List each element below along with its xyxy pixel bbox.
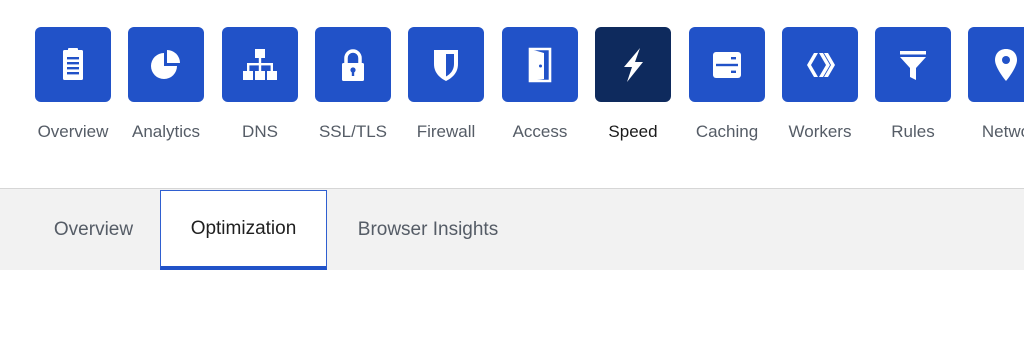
content-area [0, 270, 1024, 346]
nav-tile [875, 27, 951, 102]
location-pin-icon [995, 48, 1017, 81]
tab-browser-insights[interactable]: Browser Insights [336, 189, 520, 271]
nav-label: Caching [695, 122, 759, 141]
filter-icon [900, 50, 926, 80]
nav-label: Analytics [131, 122, 201, 141]
door-icon [528, 47, 552, 82]
nav-tile [315, 27, 391, 102]
nav-label: Speed [608, 122, 658, 141]
nav-item-workers[interactable]: Workers [782, 27, 876, 157]
clipboard-icon [63, 47, 83, 80]
lightning-icon [624, 47, 643, 82]
nav-item-dns[interactable]: DNS [222, 27, 316, 157]
nav-tile [502, 27, 578, 102]
tab-label: Overview [53, 219, 134, 240]
nav-label: Access [512, 122, 568, 141]
tab-label: Browser Insights [357, 219, 499, 240]
nav-tile [35, 27, 111, 102]
nav-item-access[interactable]: Access [502, 27, 596, 157]
pie-chart-icon [151, 49, 180, 79]
nav-item-firewall[interactable]: Firewall [408, 27, 502, 157]
nav-tile [408, 27, 484, 102]
nav-item-rules[interactable]: Rules [875, 27, 969, 157]
server-icon [713, 51, 741, 78]
lock-icon [342, 48, 364, 81]
nav-tile [782, 27, 858, 102]
nav-item-ssl-tls[interactable]: SSL/TLS [315, 27, 409, 157]
nav-label: Workers [788, 122, 852, 141]
network-tree-icon [243, 48, 277, 80]
shield-icon [434, 49, 458, 81]
nav-tile [689, 27, 765, 102]
nav-label: Overview [37, 122, 109, 141]
tab-overview[interactable]: Overview [36, 189, 151, 271]
product-nav: Overview Analytics DNS SSL/TLS Firewall … [0, 0, 1024, 188]
nav-label: Rules [891, 122, 935, 141]
nav-label: SSL/TLS [318, 122, 388, 141]
tab-label: Optimization [190, 217, 297, 239]
nav-tile [595, 27, 671, 102]
nav-item-speed[interactable]: Speed [595, 27, 689, 157]
sub-navigation: Overview Optimization Browser Insights [0, 188, 1024, 270]
nav-item-overview[interactable]: Overview [35, 27, 129, 157]
nav-item-analytics[interactable]: Analytics [128, 27, 222, 157]
nav-tile [128, 27, 204, 102]
nav-tile [222, 27, 298, 102]
nav-tile [968, 27, 1024, 102]
nav-item-caching[interactable]: Caching [689, 27, 783, 157]
nav-label: Netwo [981, 122, 1024, 141]
workers-chevrons-icon [807, 52, 835, 77]
nav-item-network[interactable]: Netwo [968, 27, 1024, 157]
nav-label: Firewall [416, 122, 476, 141]
tab-optimization[interactable]: Optimization [160, 190, 327, 270]
nav-label: DNS [242, 122, 278, 141]
